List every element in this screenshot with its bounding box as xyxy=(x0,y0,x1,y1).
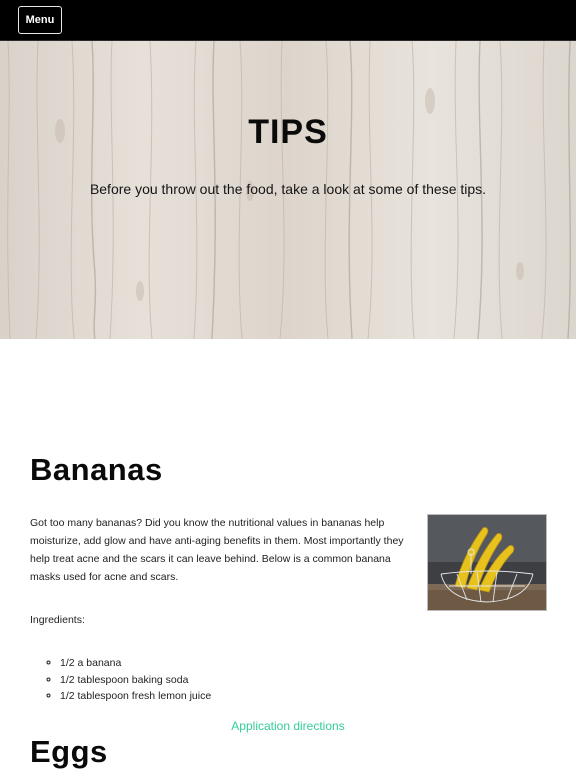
section-title-eggs: Eggs xyxy=(30,734,108,769)
banana-basket-photo xyxy=(427,514,547,611)
bananas-description: Got too many bananas? Did you know the n… xyxy=(30,517,404,583)
list-item: 1/2 a banana xyxy=(60,655,211,672)
ingredients-list: 1/2 a banana 1/2 tablespoon baking soda … xyxy=(30,655,211,705)
top-nav-bar: Menu xyxy=(0,0,576,41)
hero-banner: TIPS Before you throw out the food, take… xyxy=(0,41,576,339)
ingredients-label: Ingredients: xyxy=(30,614,85,626)
application-directions-link[interactable]: Application directions xyxy=(0,719,576,733)
section-title-bananas: Bananas xyxy=(30,452,163,487)
menu-button[interactable]: Menu xyxy=(18,6,62,34)
list-item: 1/2 tablespoon baking soda xyxy=(60,672,211,689)
hero-subtitle: Before you throw out the food, take a lo… xyxy=(89,181,487,197)
page-title: TIPS xyxy=(248,113,328,151)
list-item: 1/2 tablespoon fresh lemon juice xyxy=(60,688,211,705)
